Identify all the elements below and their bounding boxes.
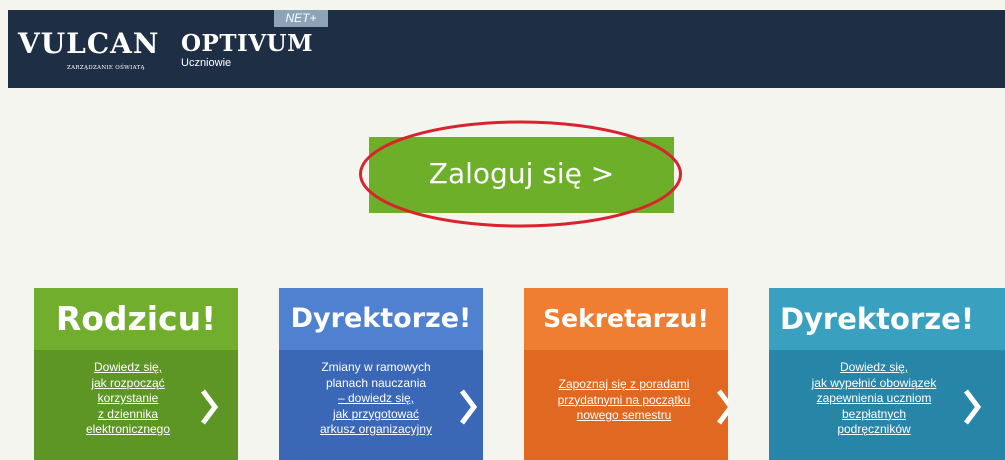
chevron-right-icon[interactable] [199,388,219,426]
card-text: Zmiany w ramowych planach nauczania – do… [300,360,452,438]
chevron-right-icon[interactable] [962,388,982,426]
card-link[interactable]: Dowiedz się, jak rozpocząć korzystanie z… [70,360,186,438]
card-link-line[interactable]: jak rozpocząć [70,376,186,392]
card-body: Zmiany w ramowych planach nauczania – do… [279,350,483,460]
login-button[interactable]: Zaloguj się > [369,137,674,213]
module-name: Uczniowie [181,57,232,69]
card-link-line[interactable]: zapewnienia uczniom [785,391,963,407]
card-title: Sekretarzu! [543,304,709,333]
card-dyrektorze-2[interactable]: Dyrektorze! Dowiedz się, jak wypełnić ob… [769,288,1005,460]
card-body: Dowiedz się, jak rozpocząć korzystanie z… [34,350,238,460]
card-link-line[interactable]: jak przygotować [300,407,452,423]
card-link-line[interactable]: elektronicznego [70,422,186,438]
card-link-line[interactable]: bezpłatnych [785,407,963,423]
header-bar: VULCAN ZARZĄDZANIE OŚWIATĄ OPTIVUM NET+ … [8,10,1005,88]
card-link-line[interactable]: nowego semestru [539,408,709,424]
card-rodzicu[interactable]: Rodzicu! Dowiedz się, jak rozpocząć korz… [34,288,238,460]
optivum-logo[interactable]: OPTIVUM [181,30,313,57]
card-link-line[interactable]: przydatnymi na początku [539,393,709,409]
chevron-right-icon[interactable] [715,388,728,426]
card-link-line[interactable]: korzystanie [70,391,186,407]
card-link[interactable]: Zapoznaj się z poradami przydatnymi na p… [539,377,709,424]
card-title: Dyrektorze! [290,303,472,334]
card-text-line: planach nauczania [325,375,427,390]
card-title: Rodzicu! [55,299,217,338]
card-body: Zapoznaj się z poradami przydatnymi na p… [524,350,728,460]
vulcan-tagline: ZARZĄDZANIE OŚWIATĄ [67,65,145,71]
card-dyrektorze-1[interactable]: Dyrektorze! Zmiany w ramowych planach na… [279,288,483,460]
net-plus-badge: NET+ [274,10,328,27]
card-body: Dowiedz się, jak wypełnić obowiązek zape… [769,350,1005,460]
card-link-line[interactable]: Dowiedz się, [785,360,963,376]
chevron-right-icon[interactable] [458,388,478,426]
vulcan-logo[interactable]: VULCAN [18,27,159,60]
card-link-line[interactable]: podręczników [785,422,963,438]
card-link-line[interactable]: arkusz organizacyjny [300,422,452,438]
card-title: Dyrektorze! [779,302,975,336]
card-link-line[interactable]: Dowiedz się, [70,360,186,376]
card-link-line[interactable]: z dziennika [70,407,186,423]
card-text-line: Zmiany w ramowych [321,360,431,374]
card-link-line[interactable]: jak wypełnić obowiązek [785,376,963,392]
card-link[interactable]: Dowiedz się, jak wypełnić obowiązek zape… [785,360,963,438]
card-link-line[interactable]: – dowiedz się, [300,391,452,407]
card-sekretarzu[interactable]: Sekretarzu! Zapoznaj się z poradami przy… [524,288,728,460]
card-link-line[interactable]: Zapoznaj się z poradami [539,377,709,393]
